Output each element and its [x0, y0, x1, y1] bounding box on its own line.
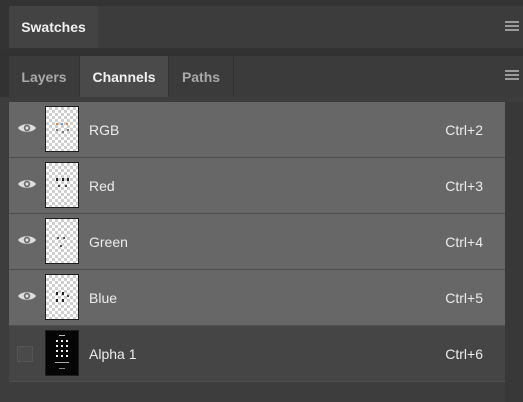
channel-row-green[interactable]: Green Ctrl+4 — [9, 214, 505, 270]
channel-row-rgb[interactable]: RGB Ctrl+2 — [9, 102, 505, 158]
channels-list: RGB Ctrl+2 Red Ctrl+3 Green Ctrl+4 Blue … — [9, 102, 505, 382]
channel-thumbnail-green — [45, 218, 79, 264]
tabbar-filler — [234, 56, 523, 97]
channel-row-alpha-1[interactable]: Alpha 1 Ctrl+6 — [9, 326, 505, 382]
channel-row-red[interactable]: Red Ctrl+3 — [9, 158, 505, 214]
channel-thumbnail-rgb — [45, 106, 79, 152]
tab-swatches[interactable]: Swatches — [9, 6, 98, 48]
eye-icon[interactable] — [17, 177, 37, 191]
eye-icon[interactable] — [17, 233, 37, 247]
channel-thumbnail-red — [45, 162, 79, 208]
channel-name: Alpha 1 — [89, 345, 137, 362]
visibility-toggle-off[interactable] — [17, 346, 33, 362]
channel-name: Red — [89, 177, 115, 194]
channel-name: Blue — [89, 289, 118, 306]
tab-layers[interactable]: Layers — [9, 56, 79, 97]
channel-thumbnail-blue — [45, 274, 79, 320]
channel-shortcut: Ctrl+2 — [445, 121, 483, 138]
channel-name: RGB — [89, 121, 120, 138]
channel-shortcut: Ctrl+5 — [445, 289, 483, 306]
channel-name: Green — [89, 233, 128, 250]
channel-thumbnail-alpha — [45, 330, 79, 376]
eye-icon[interactable] — [17, 121, 37, 135]
channels-list-area: RGB Ctrl+2 Red Ctrl+3 Green Ctrl+4 Blue … — [0, 97, 523, 402]
eye-icon[interactable] — [17, 289, 37, 303]
channel-shortcut: Ctrl+4 — [445, 233, 483, 250]
channel-shortcut: Ctrl+3 — [445, 177, 483, 194]
tab-channels[interactable]: Channels — [80, 56, 168, 97]
scrollbar-track[interactable] — [505, 102, 523, 402]
swatches-tab-strip — [98, 6, 523, 48]
channels-panel-group: Layers Channels Paths RGB Ctrl+2 Red Ctr… — [0, 52, 523, 402]
panel-menu-icon[interactable] — [505, 21, 519, 32]
tab-paths[interactable]: Paths — [169, 56, 233, 97]
channel-row-blue[interactable]: Blue Ctrl+5 — [9, 270, 505, 326]
channel-shortcut: Ctrl+6 — [445, 345, 483, 362]
panel-tabbar: Layers Channels Paths — [0, 52, 523, 97]
swatches-panel: Swatches — [0, 0, 523, 52]
channels-panel-menu-icon[interactable] — [505, 70, 519, 81]
